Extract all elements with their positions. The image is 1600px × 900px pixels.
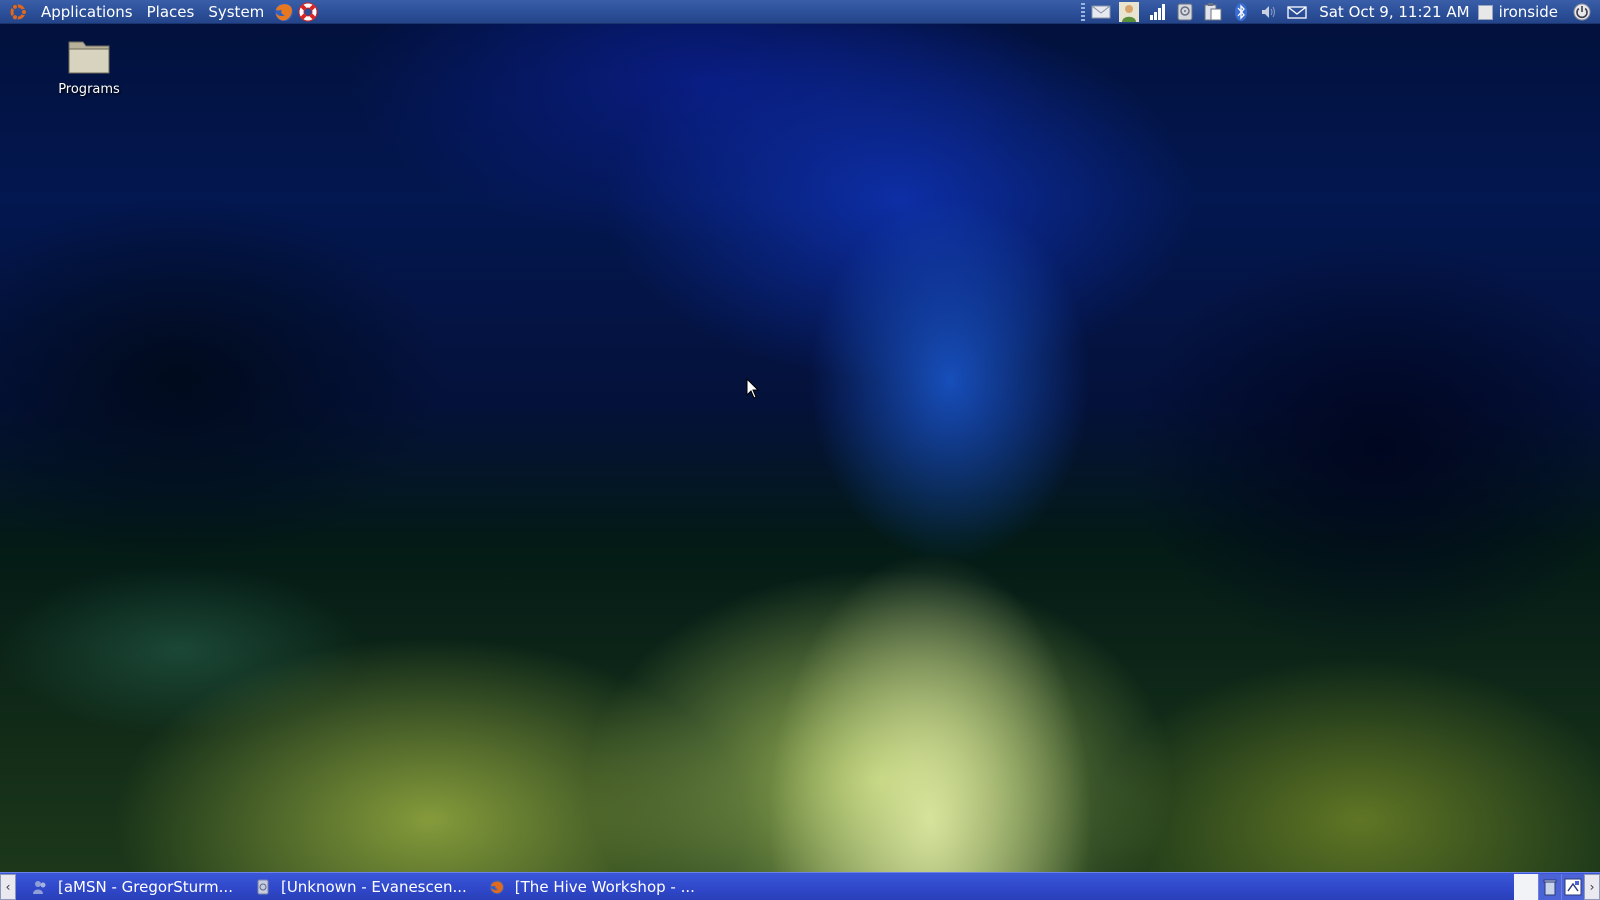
menu-places[interactable]: Places bbox=[140, 0, 202, 24]
desktop: Applications Places System Sat Oct 9, 11… bbox=[0, 0, 1600, 900]
clipboard-icon[interactable] bbox=[1203, 2, 1223, 22]
desktop-icon-programs[interactable]: Programs bbox=[50, 36, 128, 97]
task-label: [aMSN - GregorSturm... bbox=[58, 877, 233, 896]
ubuntu-logo-icon[interactable] bbox=[8, 2, 28, 22]
task-firefox[interactable]: [The Hive Workshop - ... bbox=[473, 874, 701, 900]
help-lifebuoy-icon[interactable] bbox=[297, 1, 319, 23]
taskbar-scroll-right-button[interactable]: › bbox=[1584, 873, 1600, 900]
media-player-icon bbox=[257, 879, 269, 894]
signal-bars-icon[interactable] bbox=[1147, 2, 1167, 22]
user-switcher[interactable]: ironside bbox=[1477, 3, 1558, 21]
trash-button[interactable] bbox=[1538, 873, 1561, 900]
firefox-icon bbox=[489, 879, 504, 894]
task-amsn[interactable]: [aMSN - GregorSturm... bbox=[16, 874, 239, 900]
mail-icon[interactable] bbox=[1091, 2, 1111, 22]
workspace-switcher-icon bbox=[1564, 878, 1582, 895]
bottom-panel: ‹ [aMSN - GregorSturm... [Unknown - Evan… bbox=[0, 872, 1600, 900]
firefox-icon[interactable] bbox=[273, 1, 295, 23]
desktop-icon-label: Programs bbox=[58, 82, 120, 97]
task-media-player[interactable]: [Unknown - Evanescen... bbox=[239, 874, 473, 900]
menu-applications[interactable]: Applications bbox=[34, 0, 140, 24]
disc-icon[interactable] bbox=[1175, 2, 1195, 22]
workspace-switcher-button[interactable] bbox=[1561, 873, 1584, 900]
power-icon[interactable] bbox=[1572, 2, 1592, 22]
taskbar-empty-area bbox=[1514, 873, 1538, 900]
envelope-icon[interactable] bbox=[1287, 2, 1307, 22]
trash-icon bbox=[1543, 879, 1557, 895]
user-status-icon bbox=[1477, 4, 1493, 20]
system-tray: Sat Oct 9, 11:21 AM ironside bbox=[1081, 0, 1600, 24]
taskbar-scroll-left-button[interactable]: ‹ bbox=[0, 873, 16, 900]
tray-drag-handle[interactable] bbox=[1081, 3, 1086, 21]
task-label: [The Hive Workshop - ... bbox=[514, 877, 695, 896]
folder-icon bbox=[68, 41, 110, 74]
bluetooth-icon[interactable] bbox=[1231, 2, 1251, 22]
amsn-icon bbox=[33, 880, 46, 894]
mouse-pointer-icon bbox=[746, 378, 760, 399]
task-label: [Unknown - Evanescen... bbox=[280, 877, 467, 896]
menu-system[interactable]: System bbox=[201, 0, 271, 24]
username: ironside bbox=[1498, 3, 1558, 21]
clock[interactable]: Sat Oct 9, 11:21 AM bbox=[1319, 3, 1469, 21]
person-icon[interactable] bbox=[1119, 2, 1140, 22]
top-panel: Applications Places System Sat Oct 9, 11… bbox=[0, 0, 1600, 24]
volume-icon[interactable] bbox=[1259, 2, 1279, 22]
